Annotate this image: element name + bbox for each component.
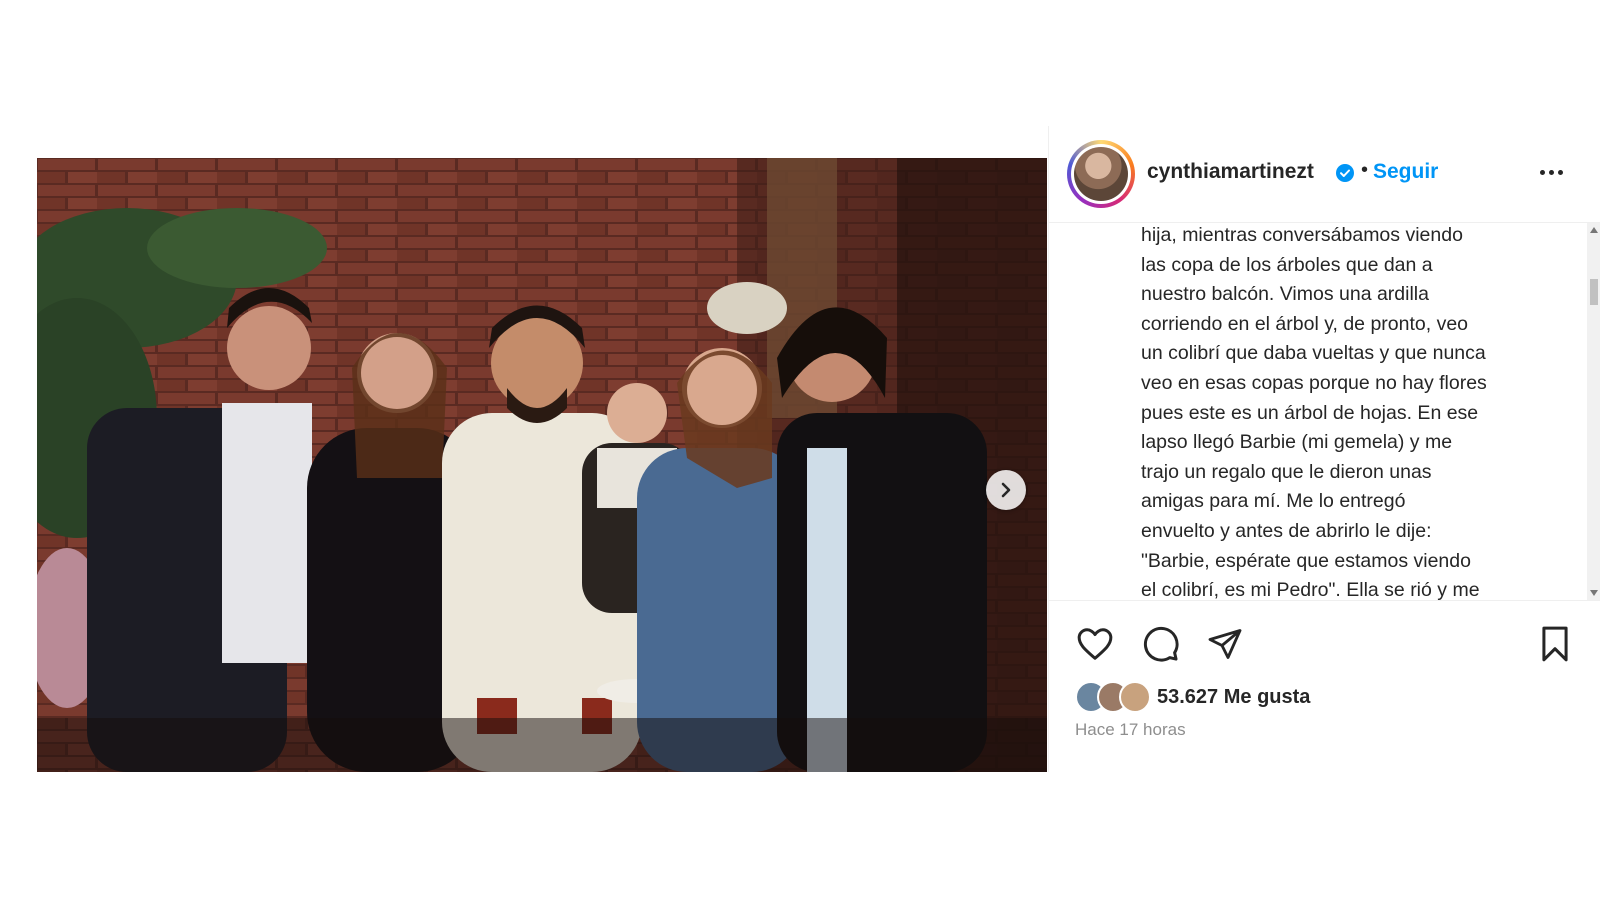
post-media (36, 126, 1048, 772)
username-link[interactable]: cynthiamartinezt (1147, 160, 1314, 184)
caption-scrollbar[interactable] (1587, 223, 1600, 600)
paper-plane-icon (1208, 629, 1242, 659)
heart-icon (1077, 628, 1113, 660)
caption-line: nuestro balcón. Vimos una ardilla (1141, 283, 1429, 306)
save-button[interactable] (1533, 622, 1577, 666)
post-header: cynthiamartinezt • Seguir (1049, 126, 1600, 223)
likes-count[interactable]: 53.627 Me gusta (1157, 686, 1310, 709)
caption-line: un colibrí que daba vueltas y que nunca (1141, 342, 1486, 365)
verified-badge-icon (1336, 164, 1354, 182)
comment-icon (1143, 626, 1179, 662)
bookmark-icon (1542, 626, 1568, 662)
post-timestamp[interactable]: Hace 17 horas (1075, 720, 1186, 740)
caption-line: trajo un regalo que le dieron unas (1141, 460, 1432, 483)
post-photo[interactable] (37, 158, 1047, 772)
caption-line: hija, mientras conversábamos viendo (1141, 224, 1463, 246)
like-button[interactable] (1073, 622, 1117, 666)
share-button[interactable] (1203, 622, 1247, 666)
caption-line: lapso llegó Barbie (mi gemela) y me (1141, 431, 1453, 454)
avatar-image (1074, 147, 1128, 201)
follow-button[interactable]: Seguir (1373, 160, 1438, 184)
instagram-post: cynthiamartinezt • Seguir hija, mientras… (36, 126, 1600, 772)
caption-line: el colibrí, es mi Pedro". Ella se rió y … (1141, 579, 1480, 601)
avatar-ring (1071, 144, 1131, 204)
likes-row: 53.627 Me gusta (1075, 680, 1310, 714)
post-sidebar: cynthiamartinezt • Seguir hija, mientras… (1048, 126, 1600, 772)
caption-line: corriendo en el árbol y, de pronto, veo (1141, 312, 1469, 335)
more-options-icon[interactable] (1531, 154, 1571, 190)
caption-line: amigas para mí. Me lo entregó (1141, 490, 1406, 513)
scroll-down-arrow-icon[interactable] (1590, 590, 1598, 596)
caption-line: envuelto y antes de abrirlo le dije: (1141, 519, 1432, 542)
separator-dot: • (1361, 159, 1369, 181)
caption-area[interactable]: hija, mientras conversábamos viendo las c… (1049, 223, 1600, 601)
avatar[interactable] (1067, 140, 1135, 208)
liker-avatar[interactable] (1119, 681, 1151, 713)
caption-line: pues este es un árbol de hojas. En ese (1141, 401, 1479, 424)
next-photo-button[interactable] (986, 470, 1026, 510)
action-bar (1049, 622, 1600, 670)
caption-line: las copa de los árboles que dan a (1141, 253, 1433, 276)
caption-text: hija, mientras conversábamos viendo las c… (1141, 223, 1561, 601)
scroll-up-arrow-icon[interactable] (1590, 227, 1598, 233)
caption-line: veo en esas copas porque no hay flores (1141, 371, 1487, 394)
scroll-thumb[interactable] (1590, 279, 1598, 305)
chevron-right-icon (1001, 482, 1011, 498)
comment-button[interactable] (1139, 622, 1183, 666)
family-photo-image (37, 158, 1047, 772)
caption-line: "Barbie, espérate que estamos viendo (1141, 549, 1471, 572)
